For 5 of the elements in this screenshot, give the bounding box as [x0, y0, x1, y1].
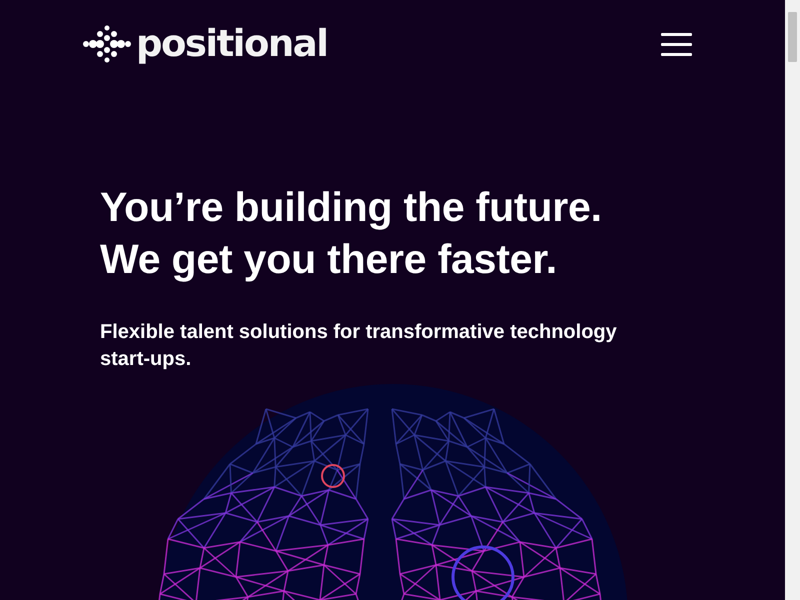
- hero-subtitle: Flexible talent solutions for transformative technology start-ups.: [100, 320, 618, 372]
- menu-icon[interactable]: [661, 32, 692, 56]
- scrollbar[interactable]: [785, 0, 800, 600]
- hero-headline: You’re building the future. We get you there faster.: [100, 183, 603, 284]
- logo-text: positional: [136, 22, 328, 66]
